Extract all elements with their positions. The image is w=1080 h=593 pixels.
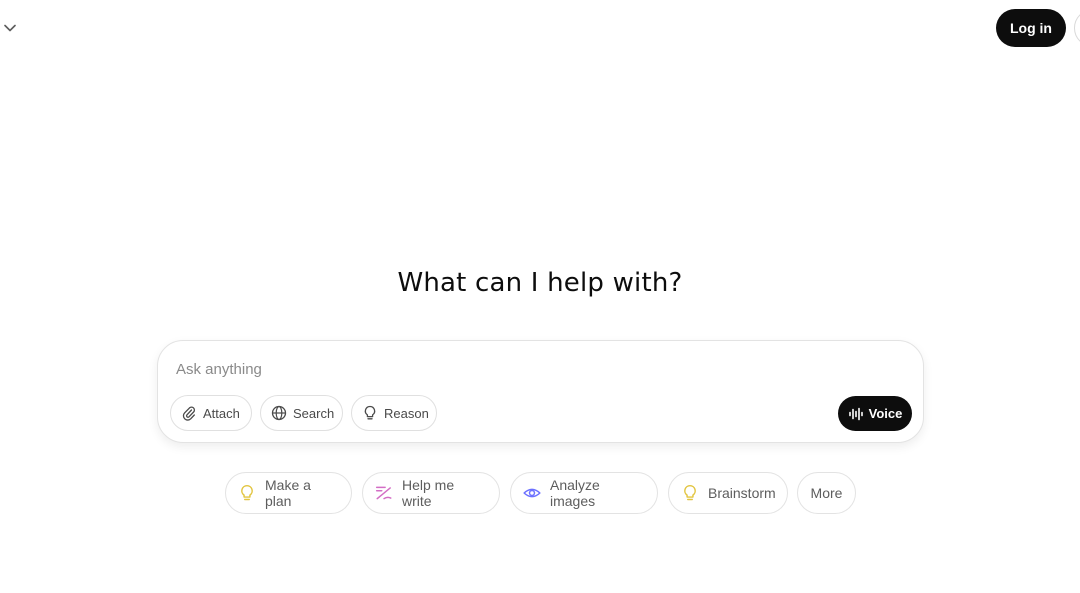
reason-label: Reason <box>384 405 429 421</box>
login-button[interactable]: Log in <box>996 9 1066 47</box>
prompt-input[interactable] <box>176 357 896 381</box>
lightbulb-icon <box>681 484 699 502</box>
voice-button[interactable]: Voice <box>838 396 912 431</box>
waveform-icon <box>848 406 864 422</box>
suggestion-label: Make a plan <box>265 477 311 509</box>
voice-label: Voice <box>868 406 903 421</box>
suggestion-label: Help me write <box>402 477 455 509</box>
page-title: What can I help with? <box>397 268 683 298</box>
suggestion-analyze-images[interactable]: Analyze images <box>510 472 658 514</box>
search-label: Search <box>293 405 335 421</box>
suggestion-brainstorm[interactable]: Brainstorm <box>668 472 788 514</box>
suggestion-label: More <box>810 485 843 501</box>
paperclip-icon <box>181 405 197 421</box>
suggestion-label: Analyze images <box>550 477 600 509</box>
suggestion-help-me-write[interactable]: Help me write <box>362 472 500 514</box>
suggestion-more[interactable]: More <box>797 472 856 514</box>
suggestion-make-a-plan[interactable]: Make a plan <box>225 472 352 514</box>
globe-icon <box>271 405 287 421</box>
lightbulb-icon <box>238 484 256 502</box>
signup-button-edge[interactable] <box>1074 9 1080 47</box>
suggestion-label: Brainstorm <box>708 485 776 501</box>
eye-icon <box>523 484 541 502</box>
attach-label: Attach <box>203 405 240 421</box>
lightbulb-icon <box>362 405 378 421</box>
prompt-composer: Attach Search Reason <box>157 340 924 443</box>
attach-button[interactable]: Attach <box>170 395 252 431</box>
chat-home-page: Log in What can I help with? Attach Sear… <box>0 0 1080 593</box>
model-selector-chevron[interactable] <box>2 20 18 36</box>
search-button[interactable]: Search <box>260 395 343 431</box>
reason-button[interactable]: Reason <box>351 395 437 431</box>
pen-icon <box>375 484 393 502</box>
chevron-down-icon <box>4 24 16 32</box>
